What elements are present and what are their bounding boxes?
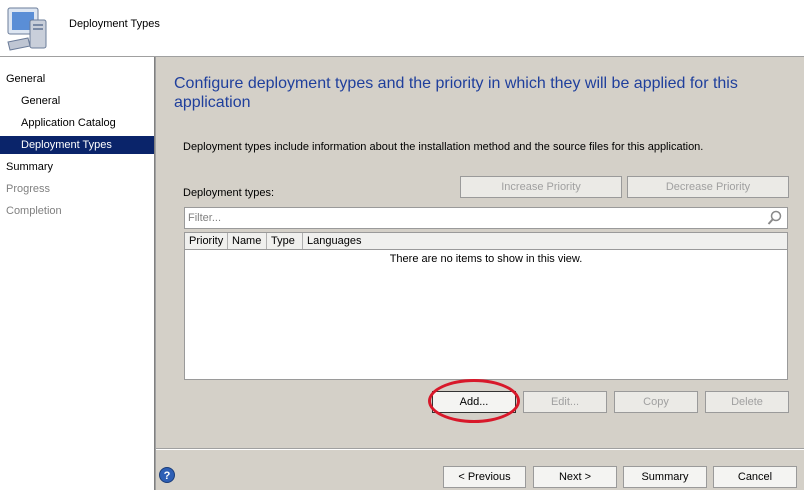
column-languages[interactable]: Languages [303, 233, 787, 249]
nav-item-general-group[interactable]: General [0, 70, 154, 88]
column-priority[interactable]: Priority [185, 233, 228, 249]
nav-item-completion: Completion [6, 205, 62, 217]
page-description: Deployment types include information abo… [183, 141, 704, 153]
previous-button[interactable]: < Previous [443, 466, 526, 488]
summary-button[interactable]: Summary [623, 466, 707, 488]
filter-box [184, 207, 788, 229]
filter-input[interactable] [188, 209, 748, 227]
search-icon [767, 210, 782, 225]
column-type[interactable]: Type [267, 233, 303, 249]
empty-list-message: There are no items to show in this view. [389, 253, 583, 265]
cancel-button[interactable]: Cancel [713, 466, 797, 488]
list-header: Priority Name Type Languages [185, 233, 787, 250]
nav-item-deployment-types[interactable]: Deployment Types [0, 136, 154, 154]
delete-button[interactable]: Delete [705, 391, 789, 413]
deployment-types-list[interactable]: Priority Name Type Languages There are n… [184, 232, 788, 380]
svg-text:?: ? [164, 470, 171, 482]
decrease-priority-button[interactable]: Decrease Priority [627, 176, 789, 198]
add-button[interactable]: Add... [432, 391, 516, 413]
deployment-types-label: Deployment types: [183, 187, 275, 199]
increase-priority-button[interactable]: Increase Priority [460, 176, 622, 198]
edit-button[interactable]: Edit... [523, 391, 607, 413]
computer-icon [7, 7, 47, 51]
nav-item-application-catalog[interactable]: Application Catalog [0, 114, 154, 132]
help-icon[interactable]: ? [159, 467, 175, 483]
column-name[interactable]: Name [228, 233, 267, 249]
wizard-header: Deployment Types [0, 0, 804, 57]
page-heading: Configure deployment types and the prior… [174, 75, 738, 111]
copy-button[interactable]: Copy [614, 391, 698, 413]
header-title: Deployment Types [69, 18, 160, 30]
nav-item-progress: Progress [6, 183, 51, 195]
sidebar-divider [154, 57, 156, 490]
footer-separator [156, 448, 804, 450]
nav-item-summary[interactable]: Summary [0, 158, 154, 176]
nav-item-general[interactable]: General [0, 92, 154, 110]
wizard-nav: General General Application Catalog Depl… [0, 57, 154, 490]
next-button[interactable]: Next > [533, 466, 617, 488]
